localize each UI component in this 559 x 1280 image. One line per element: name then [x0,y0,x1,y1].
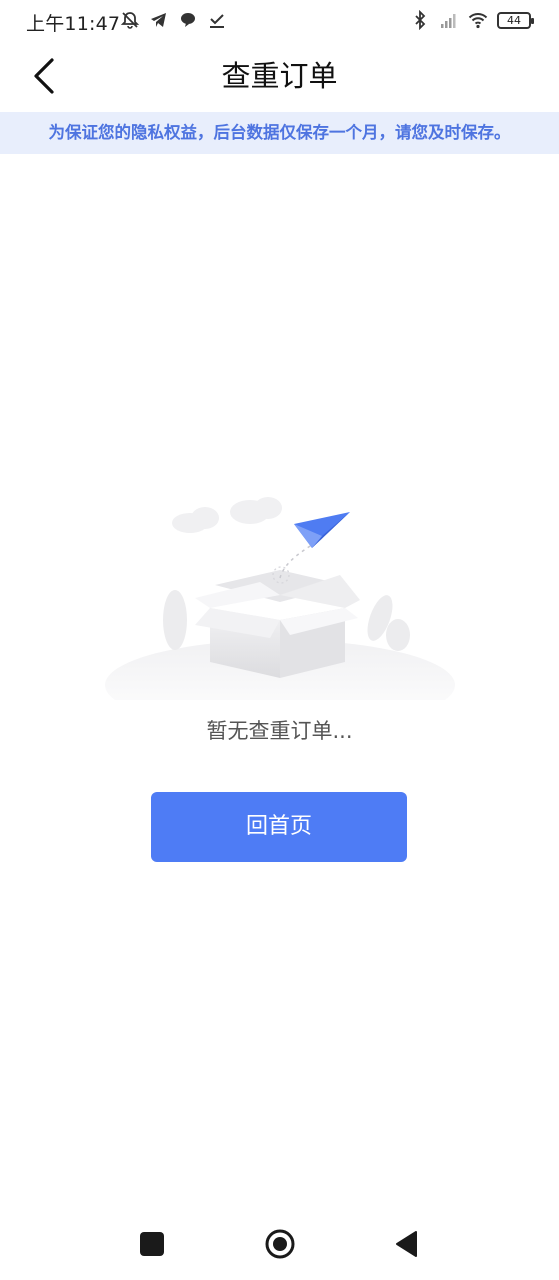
wifi-icon [468,13,488,29]
empty-box-illustration [105,497,455,700]
battery-level: 44 [507,13,521,27]
page-title: 查重订单 [221,59,338,93]
header: 查重订单 [0,42,559,112]
paper-plane-icon [294,512,350,548]
go-home-button[interactable]: 回首页 [151,792,407,862]
telegram-icon [151,13,166,27]
empty-state-message: 暂无查重订单... [206,719,353,743]
alarm-off-icon [120,12,140,29]
back-icon[interactable] [394,1230,418,1258]
download-done-icon [210,14,224,28]
system-nav-bar [0,1210,559,1280]
status-notification-icons [120,10,227,30]
bluetooth-icon [415,10,426,30]
status-time: 上午11:47 [26,13,121,35]
status-bar: 上午11:47 44 [0,0,559,42]
privacy-notice-text: 为保证您的隐私权益，后台数据仅保存一个月，请您及时保存。 [48,123,511,142]
status-system-icons: 44 [410,10,534,30]
cloud-icon [172,497,282,533]
chat-bubble-icon [181,13,195,27]
battery-icon: 44 [497,11,534,29]
home-icon[interactable] [264,1228,296,1260]
recent-apps-icon[interactable] [140,1232,164,1256]
privacy-notice-banner: 为保证您的隐私权益，后台数据仅保存一个月，请您及时保存。 [0,112,559,154]
signal-icon [441,14,456,28]
